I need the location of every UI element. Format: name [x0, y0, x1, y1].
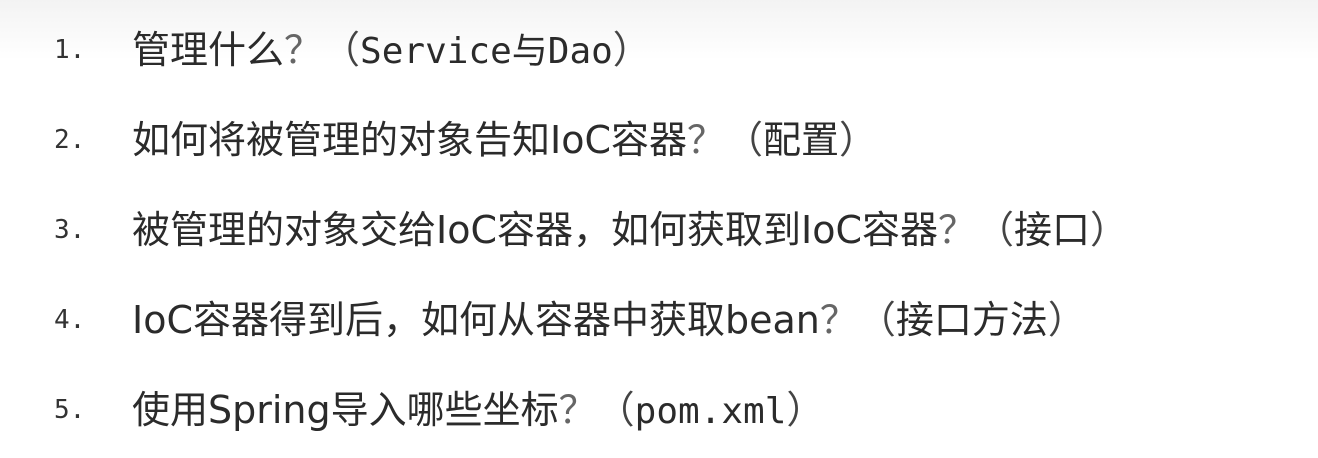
item-answer: 接口 — [1014, 208, 1091, 252]
item-answer: Service与Dao — [360, 31, 613, 72]
item-close-paren: ） — [786, 388, 825, 432]
item-question: 使用Spring导入哪些坐标 — [132, 388, 559, 432]
item-text: 如何将被管理的对象告知IoC容器？（配置） — [132, 110, 877, 170]
item-answer: 配置 — [763, 118, 840, 162]
item-text: 被管理的对象交给IoC容器，如何获取到IoC容器？（接口） — [132, 200, 1128, 260]
item-question: 被管理的对象交给IoC容器，如何获取到IoC容器 — [132, 208, 938, 252]
item-question: 管理什么 — [132, 28, 285, 72]
list-item: 4. IoC容器得到后，如何从容器中获取bean？（接口方法） — [0, 290, 1318, 350]
slide: 1. 管理什么？（Service与Dao） 2. 如何将被管理的对象告知IoC容… — [0, 0, 1318, 458]
item-open-paren: （ — [857, 298, 896, 342]
item-number: 1. — [54, 35, 86, 65]
item-text: 使用Spring导入哪些坐标？（pom.xml） — [132, 380, 824, 440]
item-question-mark: ？ — [937, 208, 976, 252]
list-item: 1. 管理什么？（Service与Dao） — [0, 20, 1318, 80]
list-item: 5. 使用Spring导入哪些坐标？（pom.xml） — [0, 380, 1318, 440]
item-question: 如何将被管理的对象告知IoC容器 — [132, 118, 687, 162]
item-number: 3. — [54, 215, 86, 245]
item-number: 2. — [54, 125, 86, 155]
list-item: 2. 如何将被管理的对象告知IoC容器？（配置） — [0, 110, 1318, 170]
item-close-paren: ） — [839, 118, 878, 162]
item-close-paren: ） — [1047, 298, 1086, 342]
item-text: 管理什么？（Service与Dao） — [132, 20, 651, 80]
item-number: 5. — [54, 395, 86, 425]
item-number: 4. — [54, 305, 86, 335]
item-question-mark: ？ — [284, 28, 323, 72]
item-close-paren: ） — [1090, 208, 1129, 252]
item-question-mark: ？ — [819, 298, 858, 342]
list-item: 3. 被管理的对象交给IoC容器，如何获取到IoC容器？（接口） — [0, 200, 1318, 260]
item-text: IoC容器得到后，如何从容器中获取bean？（接口方法） — [132, 290, 1086, 350]
item-question: IoC容器得到后，如何从容器中获取bean — [132, 298, 820, 342]
item-question-mark: ？ — [558, 388, 597, 432]
item-open-paren: （ — [725, 118, 764, 162]
item-answer: pom.xml — [634, 391, 787, 432]
item-answer: 接口方法 — [895, 298, 1048, 342]
item-question-mark: ？ — [687, 118, 726, 162]
item-open-paren: （ — [976, 208, 1015, 252]
item-close-paren: ） — [612, 28, 651, 72]
item-open-paren: （ — [322, 28, 361, 72]
item-open-paren: （ — [596, 388, 635, 432]
